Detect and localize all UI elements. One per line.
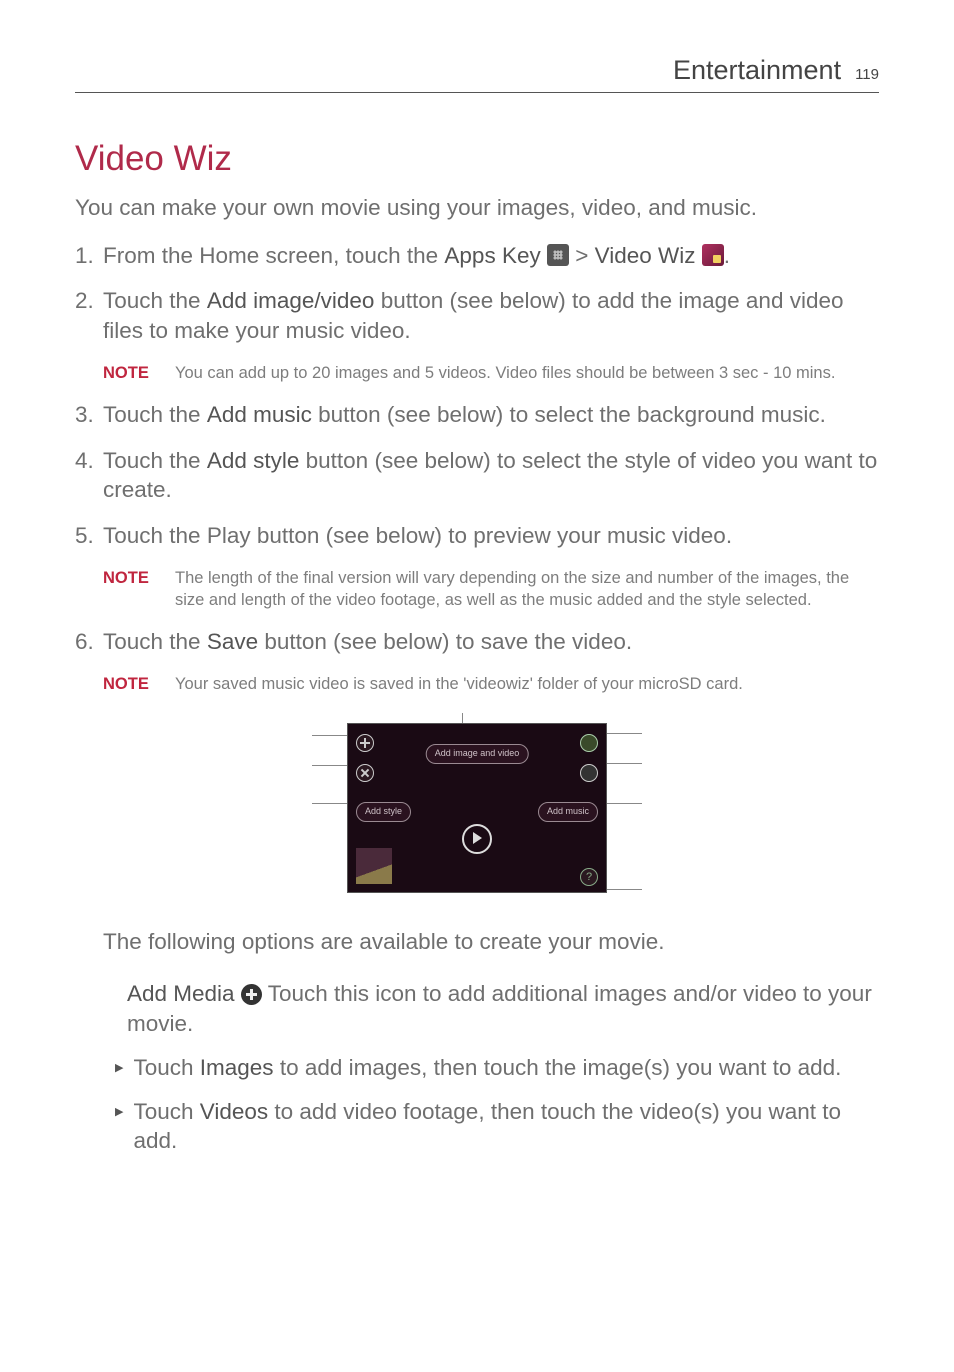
save-icon [580, 734, 598, 752]
header-page-number: 119 [855, 66, 879, 83]
leader-line [312, 803, 350, 804]
step-text: Touch the Play button (see below) to pre… [103, 521, 879, 551]
delete-media-icon [356, 764, 374, 782]
videowiz-screenshot: ? Add image and video Add style Add musi… [347, 723, 607, 893]
bullet-images: Touch Images to add images, then touch t… [115, 1053, 879, 1083]
steps-list: 1. From the Home screen, touch the Apps … [75, 241, 879, 346]
step-number: 2. [75, 286, 103, 345]
screenshot-figure: ? Add image and video Add style Add musi… [75, 713, 879, 903]
step-2: 2. Touch the Add image/video button (see… [75, 286, 879, 345]
step-1: 1. From the Home screen, touch the Apps … [75, 241, 879, 271]
add-media-plus-icon [241, 984, 262, 1005]
bullet-list: Touch Images to add images, then touch t… [115, 1053, 879, 1156]
leader-line [604, 889, 642, 890]
bullet-videos: Touch Videos to add video footage, then … [115, 1097, 879, 1156]
note-2: NOTE The length of the final version wil… [103, 567, 879, 612]
options-intro: The following options are available to c… [103, 927, 879, 957]
step-number: 3. [75, 400, 103, 430]
step-number: 6. [75, 627, 103, 657]
note-3: NOTE Your saved music video is saved in … [103, 673, 879, 695]
step-text: Touch the Save button (see below) to sav… [103, 627, 879, 657]
step-number: 5. [75, 521, 103, 551]
add-media-description: Add Media Touch this icon to add additio… [127, 979, 879, 1038]
header-section: Entertainment [673, 55, 841, 86]
page-header: Entertainment 119 [75, 55, 879, 93]
step-text: Touch the Add style button (see below) t… [103, 446, 879, 505]
step-text: From the Home screen, touch the Apps Key… [103, 241, 879, 271]
steps-list-cont: 3. Touch the Add music button (see below… [75, 400, 879, 551]
leader-line [604, 803, 642, 804]
note-label: NOTE [103, 567, 175, 612]
step-5: 5. Touch the Play button (see below) to … [75, 521, 879, 551]
thumbnail-icon [356, 848, 392, 884]
step-4: 4. Touch the Add style button (see below… [75, 446, 879, 505]
add-media-label: Add Media [127, 981, 235, 1006]
add-style-button: Add style [356, 802, 411, 822]
note-label: NOTE [103, 673, 175, 695]
note-text: You can add up to 20 images and 5 videos… [175, 362, 879, 384]
apps-key-icon [547, 244, 569, 266]
settings-icon [580, 764, 598, 782]
note-text: Your saved music video is saved in the '… [175, 673, 879, 695]
steps-list-cont2: 6. Touch the Save button (see below) to … [75, 627, 879, 657]
step-6: 6. Touch the Save button (see below) to … [75, 627, 879, 657]
add-media-icon [356, 734, 374, 752]
step-3: 3. Touch the Add music button (see below… [75, 400, 879, 430]
step-text: Touch the Add music button (see below) t… [103, 400, 879, 430]
add-image-video-button: Add image and video [426, 744, 529, 764]
note-text: The length of the final version will var… [175, 567, 879, 612]
note-1: NOTE You can add up to 20 images and 5 v… [103, 362, 879, 384]
play-icon [462, 824, 492, 854]
step-text: Touch the Add image/video button (see be… [103, 286, 879, 345]
add-music-button: Add music [538, 802, 598, 822]
step-number: 4. [75, 446, 103, 505]
intro-text: You can make your own movie using your i… [75, 193, 879, 223]
note-label: NOTE [103, 362, 175, 384]
step-number: 1. [75, 241, 103, 271]
help-icon: ? [580, 868, 598, 886]
video-wiz-icon [702, 244, 724, 266]
section-title: Video Wiz [75, 139, 879, 179]
